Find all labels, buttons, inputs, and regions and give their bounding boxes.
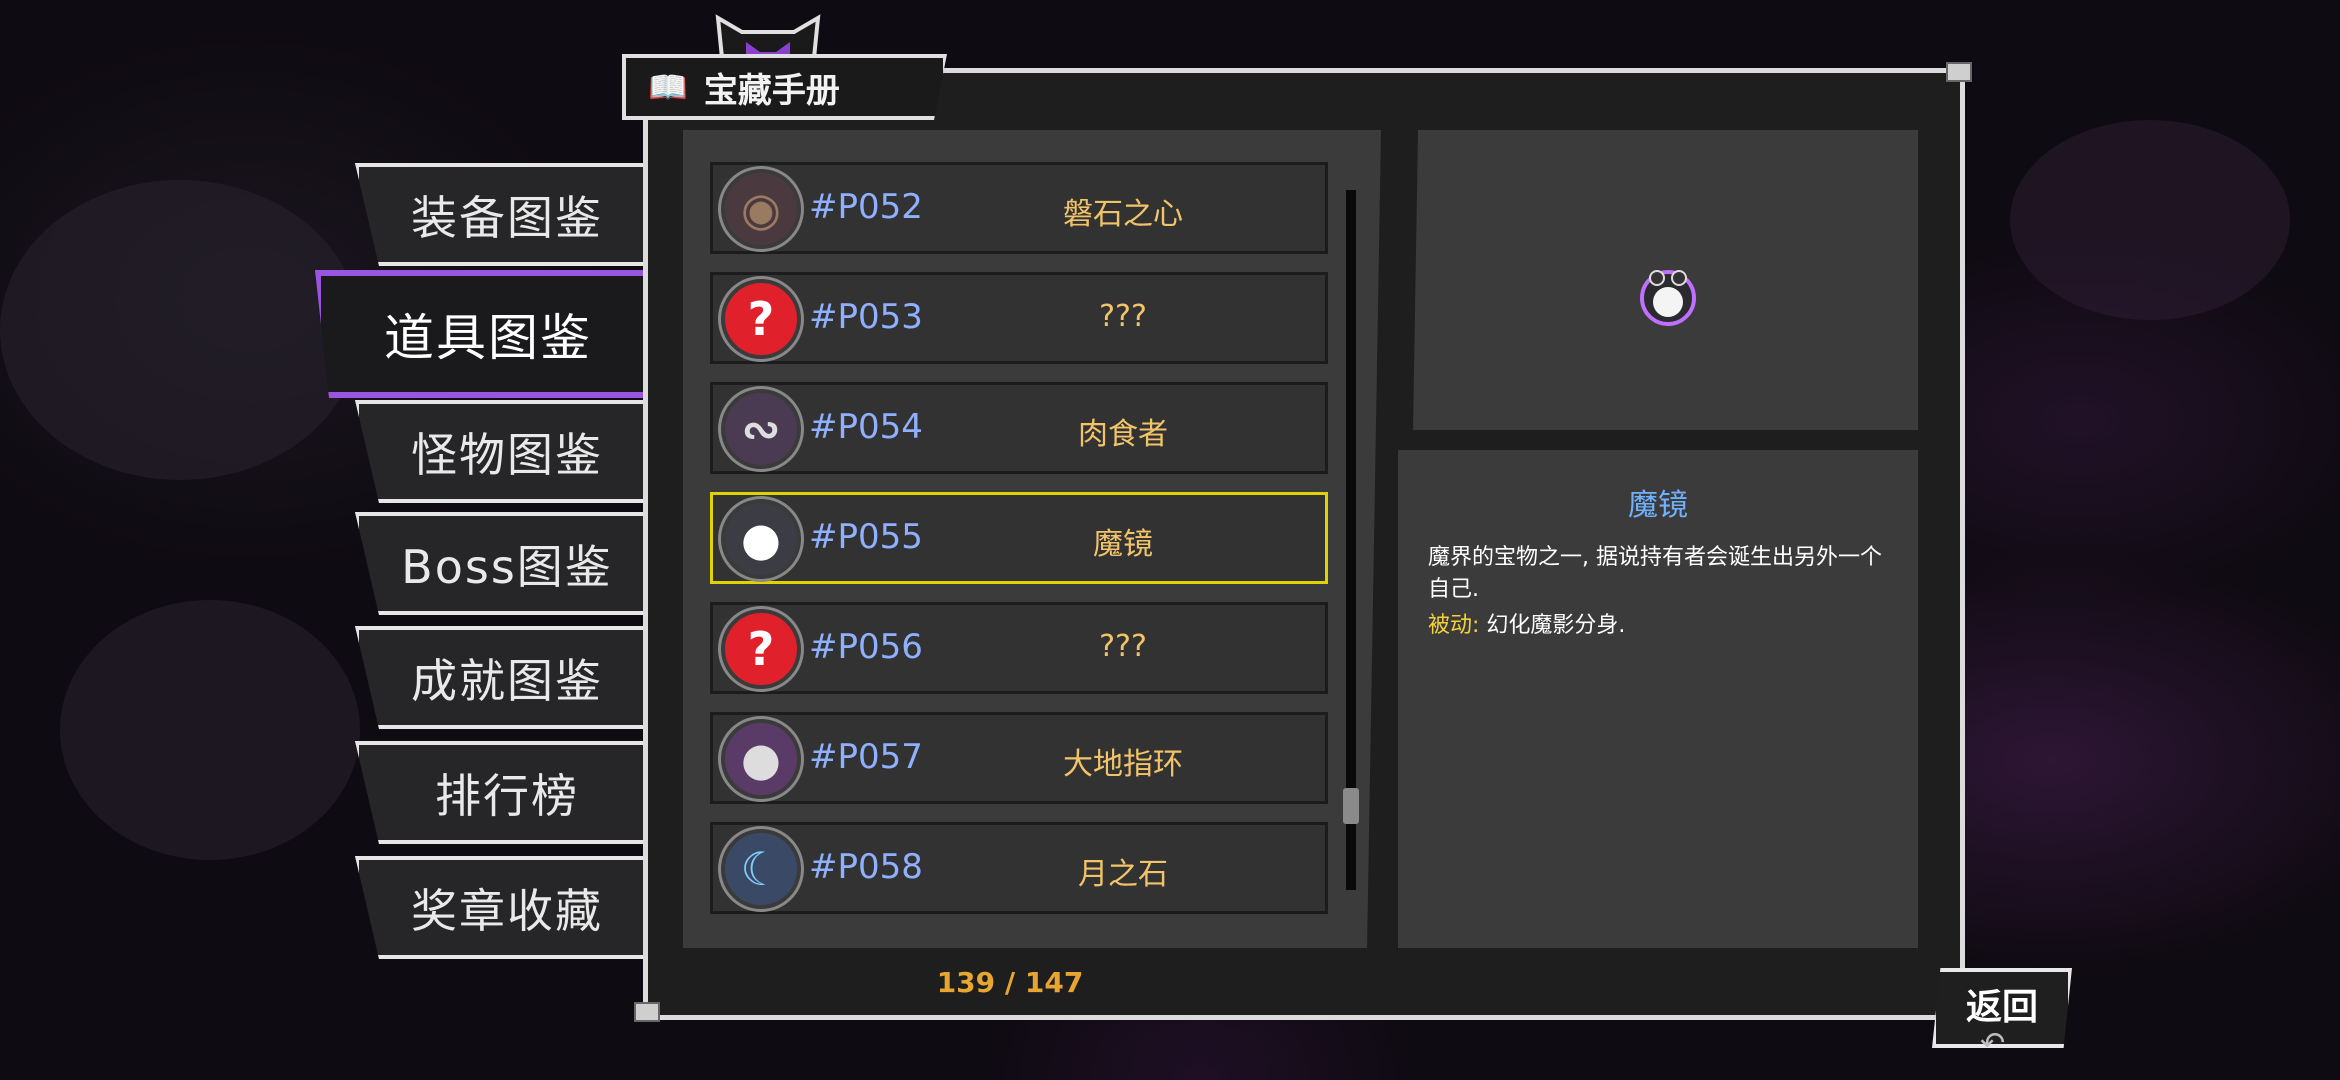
item-name: ??? xyxy=(1099,299,1147,334)
tab-label: 装备图鉴 xyxy=(411,190,603,245)
item-code: #P056 xyxy=(809,627,923,667)
passive-text: 幻化魔影分身. xyxy=(1479,613,1626,638)
item-name: ??? xyxy=(1099,629,1147,664)
item-detail-panel: 魔镜 魔界的宝物之一, 据说持有者会诞生出另外一个自己. 被动: 幻化魔影分身. xyxy=(1398,450,1918,948)
magic-mirror-icon xyxy=(1640,270,1696,326)
list-item[interactable]: ◉ #P052 磐石之心 xyxy=(710,162,1328,254)
frame-corner xyxy=(1946,62,1972,82)
background-shape xyxy=(60,600,360,860)
item-name: 月之石 xyxy=(1078,857,1168,892)
tab-boss-codex[interactable]: Boss图鉴 xyxy=(355,512,645,615)
unknown-question-icon: ? xyxy=(721,609,801,689)
unknown-question-icon: ? xyxy=(721,279,801,359)
list-item-selected[interactable]: ● #P055 魔镜 xyxy=(710,492,1328,584)
tab-label: 怪物图鉴 xyxy=(411,427,603,482)
frame-corner xyxy=(634,1002,660,1022)
item-code: #P058 xyxy=(809,847,923,887)
item-name: 大地指环 xyxy=(1063,747,1183,782)
detail-passive: 被动: 幻化魔影分身. xyxy=(1428,607,1625,639)
tab-medal-collection[interactable]: 奖章收藏 xyxy=(355,856,645,959)
item-code: #P053 xyxy=(809,297,923,337)
tab-leaderboard[interactable]: 排行榜 xyxy=(355,741,645,844)
list-item[interactable]: ☾ #P058 月之石 xyxy=(710,822,1328,914)
back-arrow-icon: ↶ xyxy=(1980,1026,2006,1061)
item-code: #P054 xyxy=(809,407,923,447)
scrollbar-track[interactable] xyxy=(1346,190,1356,890)
item-code: #P057 xyxy=(809,737,923,777)
rock-heart-icon: ◉ xyxy=(721,169,801,249)
tab-monster-codex[interactable]: 怪物图鉴 xyxy=(355,400,645,503)
tab-label: 奖章收藏 xyxy=(411,883,603,938)
detail-title: 魔镜 xyxy=(1628,488,1688,523)
tab-label: 排行榜 xyxy=(435,768,579,823)
passive-label: 被动: xyxy=(1428,613,1480,638)
page-title: 📖 宝藏手册 xyxy=(622,54,947,120)
moonstone-icon: ☾ xyxy=(721,829,801,909)
tab-achievement-codex[interactable]: 成就图鉴 xyxy=(355,626,645,729)
earth-ring-icon: ● xyxy=(721,719,801,799)
detail-description: 魔界的宝物之一, 据说持有者会诞生出另外一个自己. xyxy=(1428,545,1882,602)
back-label: 返回 xyxy=(1965,987,2038,1028)
item-name: 肉食者 xyxy=(1078,417,1168,452)
tab-equipment-codex[interactable]: 装备图鉴 xyxy=(355,163,645,266)
background-shape xyxy=(0,180,360,480)
book-icon: 📖 xyxy=(648,68,688,106)
tab-label: 成就图鉴 xyxy=(411,653,603,708)
tab-label: Boss图鉴 xyxy=(401,539,613,594)
list-item[interactable]: ∾ #P054 肉食者 xyxy=(710,382,1328,474)
scrollbar-thumb[interactable] xyxy=(1343,788,1359,824)
list-item[interactable]: ? #P056 ??? xyxy=(710,602,1328,694)
tab-label: 道具图鉴 xyxy=(384,309,592,367)
magic-mirror-icon: ● xyxy=(721,499,801,579)
bone-serpent-icon: ∾ xyxy=(721,389,801,469)
item-name: 磐石之心 xyxy=(1063,197,1183,232)
tab-item-codex[interactable]: 道具图鉴 xyxy=(315,270,645,398)
list-item[interactable]: ● #P057 大地指环 xyxy=(710,712,1328,804)
item-name: 魔镜 xyxy=(1093,527,1153,562)
item-preview-panel xyxy=(1413,130,1918,430)
background-shape xyxy=(2010,120,2290,320)
item-code: #P052 xyxy=(809,187,923,227)
collection-counter: 139 / 147 xyxy=(936,966,1084,999)
item-code: #P055 xyxy=(809,517,923,557)
title-text: 宝藏手册 xyxy=(703,70,840,111)
list-item[interactable]: ? #P053 ??? xyxy=(710,272,1328,364)
